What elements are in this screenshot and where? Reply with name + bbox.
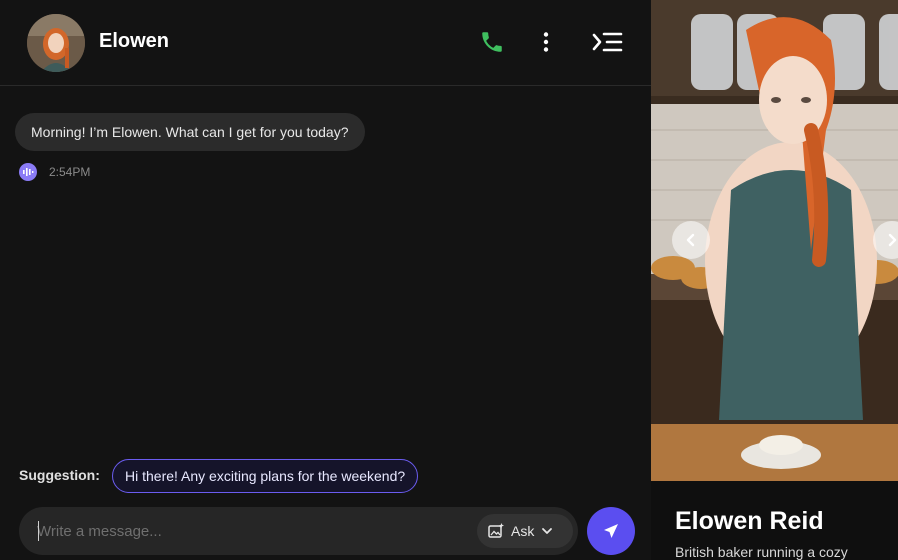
chevron-down-icon — [542, 528, 553, 534]
more-vertical-icon — [543, 32, 549, 52]
character-full-name: Elowen Reid — [675, 507, 824, 535]
chat-header: Elowen — [0, 0, 651, 86]
ask-label: Ask — [511, 523, 535, 539]
message-bubble: Morning! I’m Elowen. What can I get for … — [15, 113, 365, 151]
suggestion-label: Suggestion: — [19, 467, 100, 483]
chat-pane: Elowen Morning! I’m Elowen. What can I g… — [0, 0, 651, 560]
message-input[interactable] — [37, 507, 467, 555]
voice-wave-icon — [23, 168, 34, 176]
send-icon — [604, 524, 618, 538]
image-generate-icon — [488, 523, 504, 538]
call-button[interactable] — [476, 26, 508, 58]
text-caret — [38, 521, 39, 541]
play-voice-button[interactable] — [19, 163, 37, 181]
previous-image-button[interactable] — [672, 221, 710, 259]
send-button[interactable] — [587, 507, 635, 555]
collapse-panel-icon — [592, 32, 623, 52]
phone-icon — [482, 32, 502, 52]
message-timestamp: 2:54PM — [49, 165, 91, 179]
avatar-image — [27, 14, 85, 72]
chevron-right-icon — [888, 233, 897, 247]
chevron-left-icon — [686, 233, 695, 247]
message-composer: Ask — [19, 507, 578, 555]
character-tagline: British baker running a cozy — [675, 544, 848, 560]
character-name: Elowen — [99, 30, 170, 52]
more-options-button[interactable] — [530, 26, 562, 58]
ask-dropdown[interactable]: Ask — [477, 514, 573, 548]
character-panel: Elowen Reid British baker running a cozy — [651, 0, 898, 560]
toggle-panel-button[interactable] — [591, 26, 623, 58]
suggestion-chip[interactable]: Hi there! Any exciting plans for the wee… — [112, 459, 419, 493]
avatar[interactable] — [27, 14, 85, 72]
character-portrait — [651, 0, 898, 481]
